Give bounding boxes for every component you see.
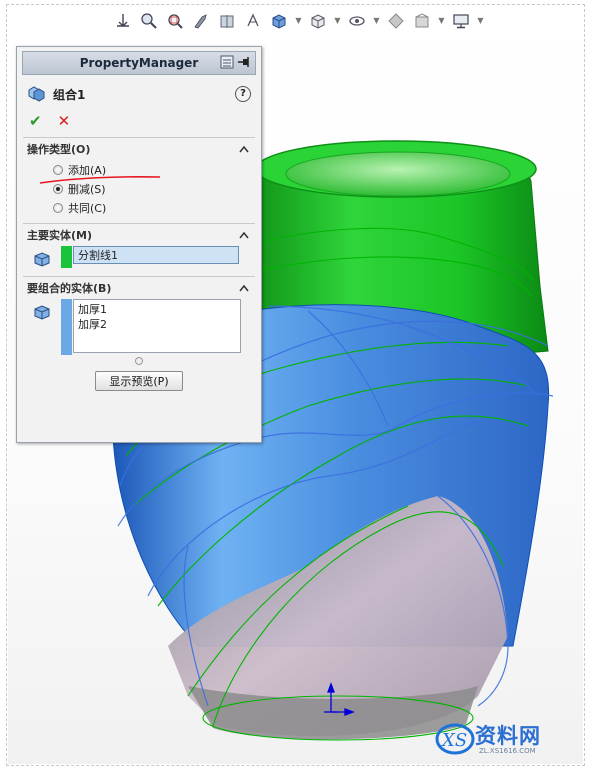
list-item[interactable]: 加厚2 [78,317,236,332]
chevron-down-icon[interactable]: ▼ [438,11,445,31]
graphics-area[interactable]: ▼ ▼ ▼ ▼ ▼ PropertyManager 组合1 ? ✔ ✕ 操作类型… [8,6,583,764]
view-settings-icon[interactable] [412,11,432,31]
main-body-selection-box[interactable]: 分割线1 [73,246,239,264]
zoom-to-area-icon[interactable] [165,11,185,31]
collapse-chevron-icon[interactable] [239,284,249,292]
red-annotation-underline [39,176,161,184]
radio-common-label: 共同(C) [68,201,107,215]
main-body-title: 主要实体(M) [27,229,93,242]
combine-feature-icon [27,84,45,105]
zoom-to-fit-icon[interactable] [139,11,159,31]
view-orientation-icon[interactable] [113,11,133,31]
view-selector-icon[interactable] [243,11,263,31]
svg-text:XS: XS [440,730,467,751]
heads-up-view-toolbar: ▼ ▼ ▼ ▼ ▼ [113,6,484,36]
main-body-value: 分割线1 [78,249,118,262]
main-body-color-swatch [61,246,72,268]
watermark-url: ZL.XS1616.COM [479,747,536,755]
display-style-icon[interactable] [269,11,289,31]
radio-common[interactable]: 共同(C) [23,198,255,217]
chevron-down-icon[interactable]: ▼ [334,11,341,31]
collapse-chevron-icon[interactable] [239,231,249,239]
solid-body-icon [33,250,51,268]
bodies-color-swatch [61,299,72,355]
help-icon[interactable]: ? [235,86,251,102]
chevron-down-icon[interactable]: ▼ [373,11,380,31]
hide-show-items-icon[interactable] [308,11,328,31]
bodies-list[interactable]: 加厚1 加厚2 [73,299,241,353]
chevron-down-icon[interactable]: ▼ [295,11,302,31]
show-preview-button[interactable]: 显示预览(P) [95,371,183,391]
solid-bodies-icon [33,303,51,321]
collapse-chevron-icon[interactable] [239,145,249,153]
operation-type-title: 操作类型(O) [27,143,91,156]
bodies-to-combine-header[interactable]: 要组合的实体(B) [23,277,255,299]
bodies-to-combine-group: 要组合的实体(B) 加厚1 加厚2 显示预览(P) [23,276,255,391]
ok-button[interactable]: ✔ [29,112,42,130]
watermark-logo-icon: XS [435,723,475,755]
ok-cancel-row: ✔ ✕ [17,109,261,133]
main-body-group: 主要实体(M) 分割线1 [23,223,255,276]
watermark: XS 资料网 ZL.XS1616.COM [433,718,573,758]
chevron-down-icon[interactable]: ▼ [477,11,484,31]
apply-scene-icon[interactable] [386,11,406,31]
feature-name: 组合1 [53,87,86,102]
property-manager-header: PropertyManager [22,51,256,75]
property-manager-panel: PropertyManager 组合1 ? ✔ ✕ 操作类型(O) 添加(A) … [16,46,262,443]
main-body-header[interactable]: 主要实体(M) [23,224,255,246]
edit-appearance-icon[interactable] [347,11,367,31]
previous-view-icon[interactable] [191,11,211,31]
resize-handle[interactable] [135,357,143,365]
cancel-button[interactable]: ✕ [58,112,71,130]
watermark-brand: 资料网 [475,724,541,748]
panel-options-icon[interactable] [220,55,234,69]
display-monitor-icon[interactable] [451,11,471,31]
cup-inner [285,151,511,197]
feature-header: 组合1 ? [17,79,261,109]
bodies-to-combine-title: 要组合的实体(B) [27,282,112,295]
list-item[interactable]: 加厚1 [78,302,236,317]
operation-type-header[interactable]: 操作类型(O) [23,138,255,160]
section-view-icon[interactable] [217,11,237,31]
radio-common-button[interactable] [53,202,63,213]
pin-icon[interactable] [237,55,251,69]
